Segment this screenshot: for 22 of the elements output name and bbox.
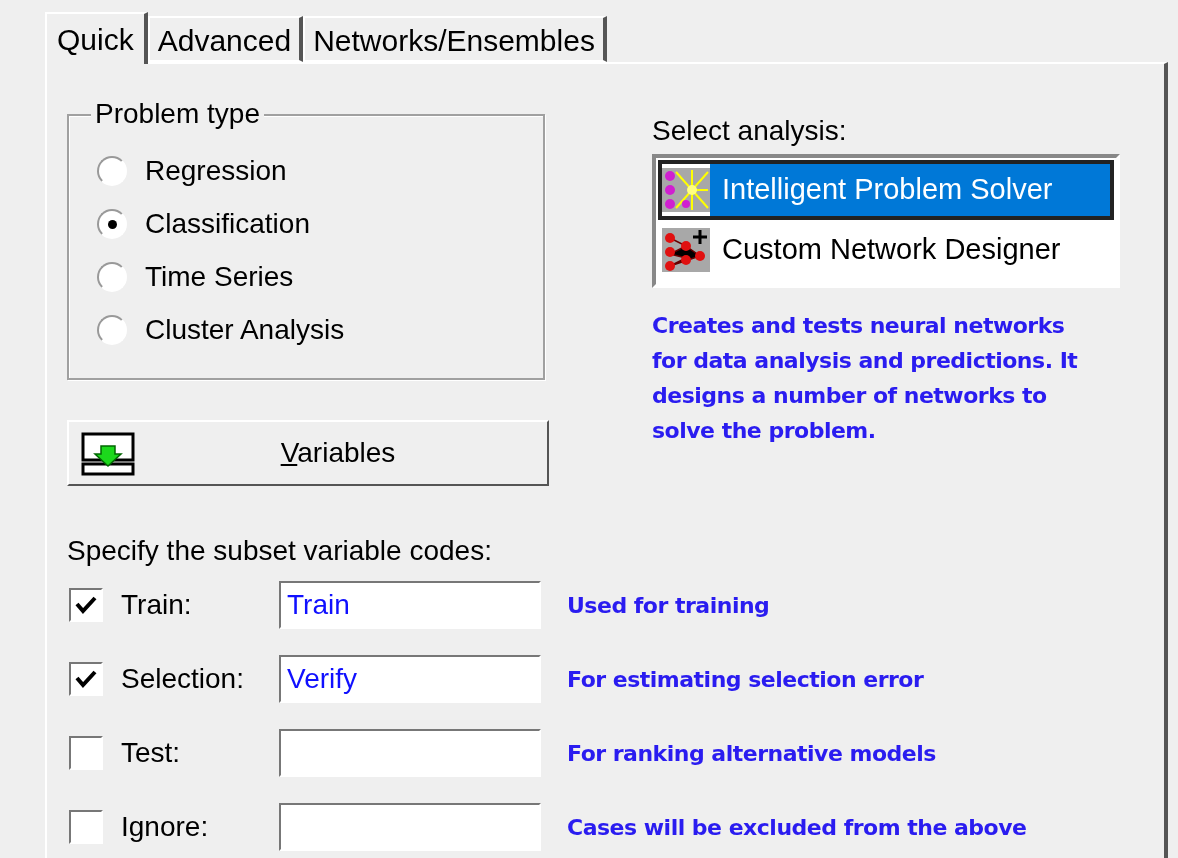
subset-label: Specify the subset variable codes: [67,534,493,568]
code-field[interactable]: Train [279,581,541,629]
subset-note: For estimating selection error [567,665,924,694]
subset-name[interactable]: Ignore: [121,806,279,848]
subset-name[interactable]: Train: [121,584,279,626]
radio-label[interactable]: Time Series [145,260,294,294]
tab[interactable]: Quick [45,12,148,64]
code-field[interactable]: Verify [279,655,541,703]
subset-name[interactable]: Test: [121,732,279,774]
subset-note: For ranking alternative models [567,739,936,768]
radio-label[interactable]: Classification [145,207,310,241]
subset-note: Used for training [567,591,770,620]
radio-label[interactable]: Cluster Analysis [145,313,345,347]
tab[interactable]: Advanced [147,16,304,62]
tab[interactable]: Networks/Ensembles [303,16,607,62]
analysis-option[interactable]: Intelligent Problem Solver [658,160,1114,220]
analysis-description: Creates and tests neural networks for data analysis and predictions. It designs a number of networks to solve the problem. [652,312,1079,445]
analysis-label: Select analysis: [652,114,848,148]
subset-name[interactable]: Selection: [121,658,279,700]
subset-note: Cases will be excluded from the above [567,813,1027,842]
variables-button[interactable]: Variables [67,420,549,486]
radio-label[interactable]: Regression [145,154,287,188]
